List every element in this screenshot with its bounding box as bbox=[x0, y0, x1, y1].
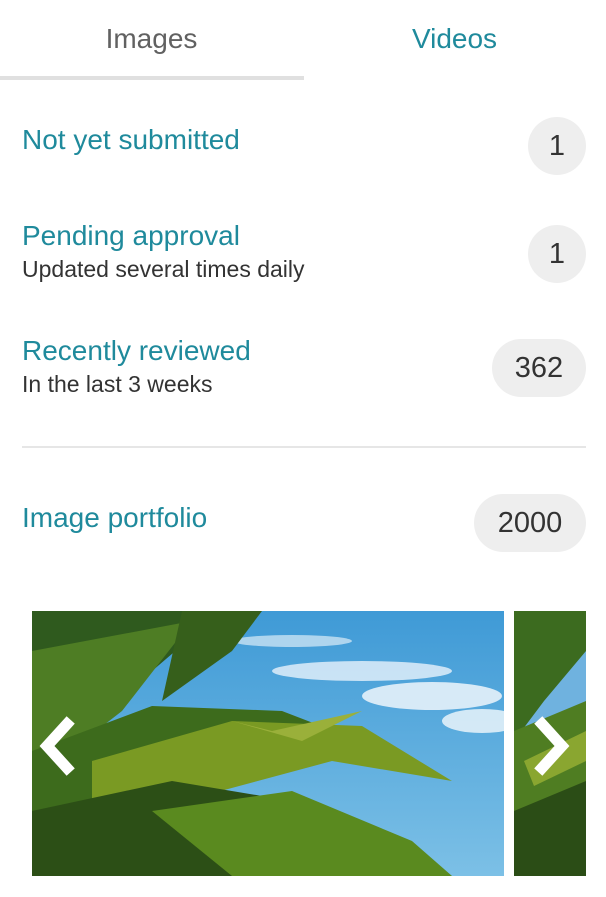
pending-approval-count-badge: 1 bbox=[528, 225, 586, 283]
chevron-left-icon bbox=[39, 716, 75, 776]
image-portfolio-count-badge: 2000 bbox=[474, 494, 586, 552]
recently-reviewed-count-badge: 362 bbox=[492, 339, 586, 397]
tab-videos[interactable]: Videos bbox=[303, 0, 606, 82]
image-portfolio-row[interactable]: Image portfolio 2000 bbox=[22, 494, 586, 562]
tab-images[interactable]: Images bbox=[0, 0, 303, 82]
active-tab-indicator bbox=[0, 76, 304, 80]
section-divider bbox=[22, 446, 586, 448]
not-submitted-row[interactable]: Not yet submitted 1 bbox=[22, 117, 586, 184]
chevron-right-icon bbox=[534, 716, 570, 776]
recently-reviewed-row[interactable]: Recently reviewed In the last 3 weeks 36… bbox=[22, 335, 586, 415]
pending-approval-title[interactable]: Pending approval bbox=[22, 220, 586, 252]
carousel-next-button[interactable] bbox=[528, 716, 578, 776]
not-submitted-title[interactable]: Not yet submitted bbox=[22, 124, 586, 156]
portfolio-carousel[interactable] bbox=[32, 611, 586, 876]
pending-approval-subtitle: Updated several times daily bbox=[22, 256, 305, 282]
pending-approval-row[interactable]: Pending approval Updated several times d… bbox=[22, 220, 586, 300]
tab-bar: Images Videos bbox=[0, 0, 606, 82]
carousel-prev-button[interactable] bbox=[33, 716, 83, 776]
not-submitted-count-badge: 1 bbox=[528, 117, 586, 175]
portfolio-image-palm-trees[interactable] bbox=[32, 611, 504, 876]
